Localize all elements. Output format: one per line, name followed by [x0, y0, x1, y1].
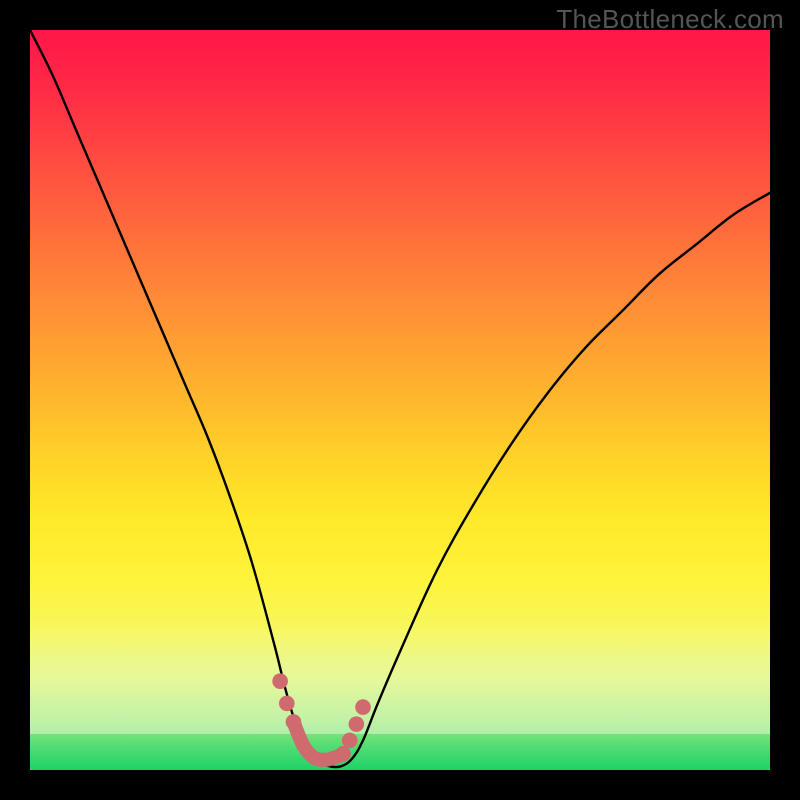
valley-highlight-markers — [272, 673, 370, 761]
valley-marker — [286, 714, 302, 730]
chart-stage: TheBottleneck.com — [0, 0, 800, 800]
valley-marker — [279, 696, 295, 712]
valley-marker — [272, 673, 288, 689]
bottleneck-curve — [30, 30, 770, 767]
watermark-text: TheBottleneck.com — [556, 4, 784, 35]
valley-marker — [342, 733, 358, 749]
valley-marker — [349, 716, 365, 732]
plot-area — [30, 30, 770, 770]
curve-layer — [30, 30, 770, 770]
valley-marker — [335, 746, 351, 762]
valley-marker — [355, 699, 371, 715]
